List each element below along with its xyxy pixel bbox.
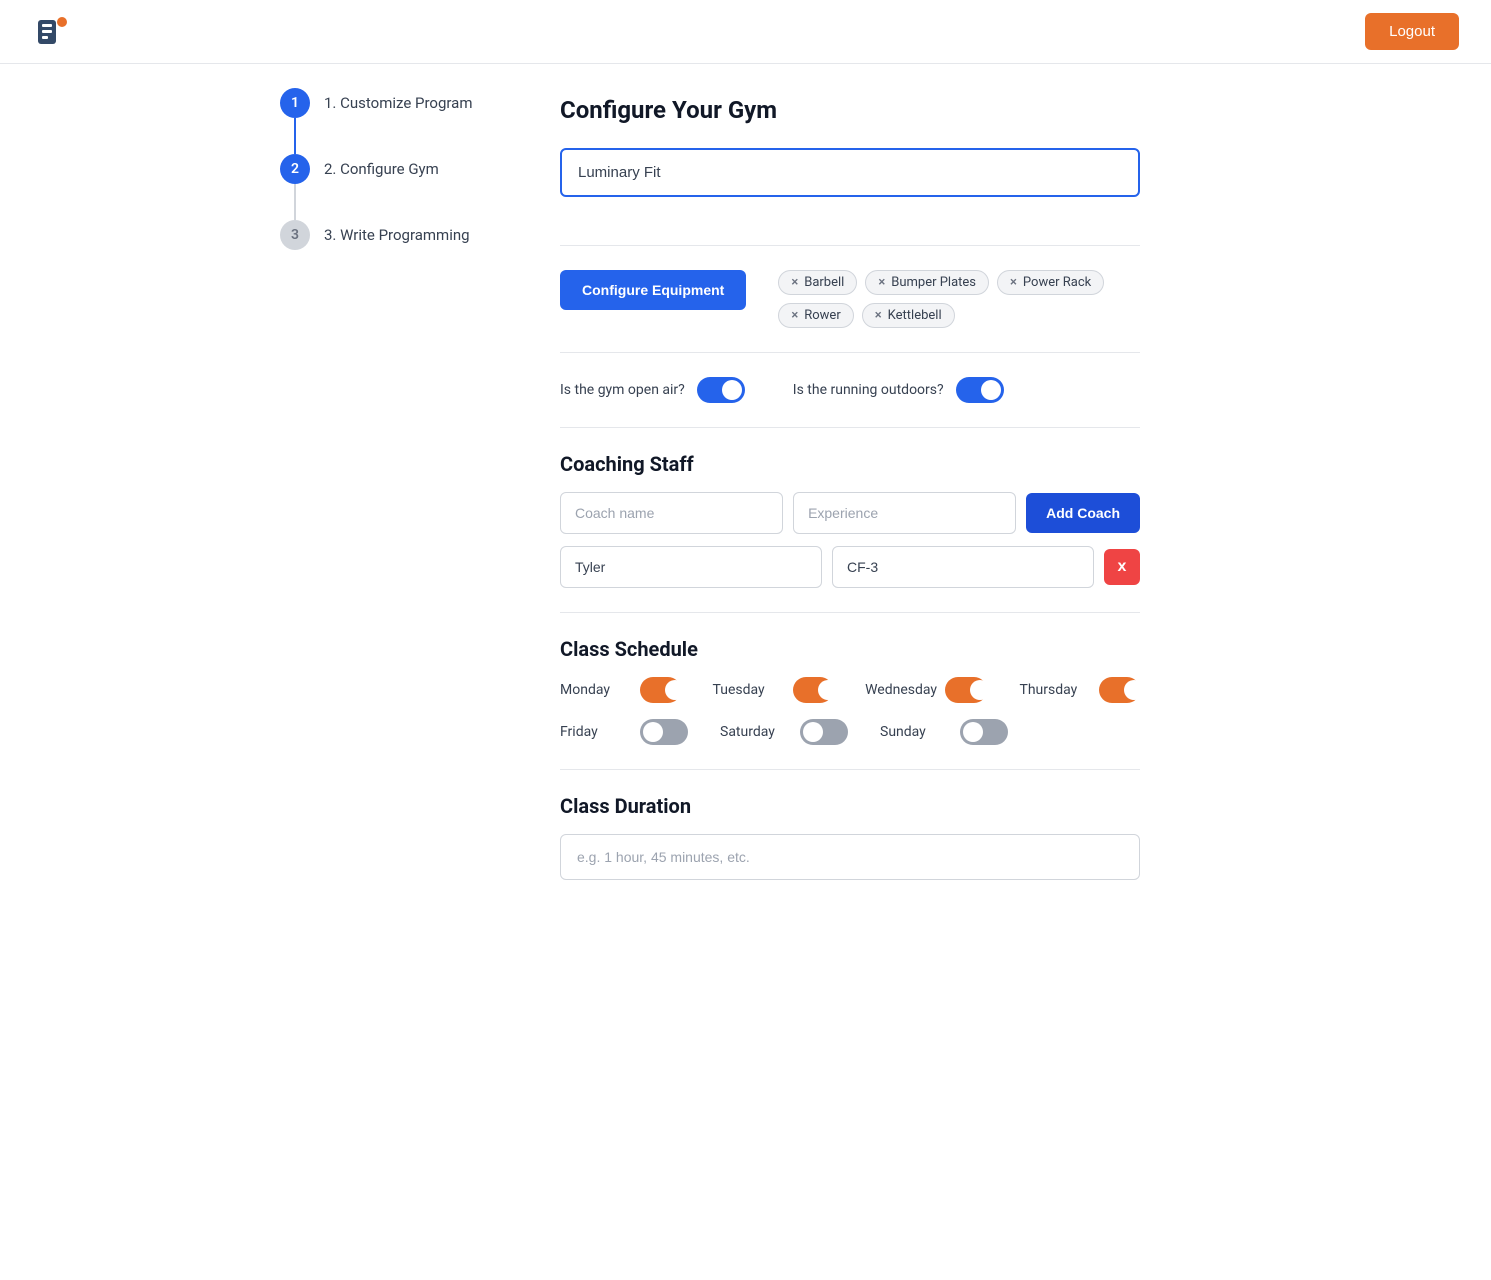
sunday-label: Sunday	[880, 724, 950, 740]
experience-input[interactable]	[793, 492, 1016, 534]
remove-coach-button[interactable]: x	[1104, 549, 1140, 585]
open-air-toggle[interactable]	[697, 377, 745, 403]
wednesday-knob	[970, 680, 990, 700]
sunday-knob	[963, 722, 983, 742]
sunday-group: Sunday	[880, 719, 1008, 745]
coaching-staff-title: Coaching Staff	[560, 452, 1140, 476]
schedule-grid: Monday Tuesday Wednesday	[560, 677, 1140, 745]
friday-group: Friday	[560, 719, 688, 745]
divider-5	[560, 769, 1140, 770]
step-3-circle: 3	[280, 220, 310, 250]
wednesday-label: Wednesday	[865, 682, 935, 698]
page-title: Configure Your Gym	[560, 96, 1140, 124]
class-duration-section: Class Duration	[560, 794, 1140, 880]
thursday-label: Thursday	[1019, 682, 1089, 698]
coach-experience-entry[interactable]	[832, 546, 1094, 588]
monday-group: Monday	[560, 677, 681, 703]
friday-knob	[643, 722, 663, 742]
running-outdoors-label: Is the running outdoors?	[793, 382, 944, 398]
step-3: 3 3. Write Programming	[280, 220, 472, 250]
equipment-tag: ×Bumper Plates	[865, 270, 989, 295]
coach-name-input[interactable]	[560, 492, 783, 534]
step-1-label: 1. Customize Program	[324, 94, 472, 112]
saturday-group: Saturday	[720, 719, 848, 745]
configure-equipment-button[interactable]: Configure Equipment	[560, 270, 746, 310]
toggles-row: Is the gym open air? Is the running outd…	[560, 377, 1140, 403]
open-air-label: Is the gym open air?	[560, 382, 685, 398]
thursday-group: Thursday	[1019, 677, 1140, 703]
step-connector-1	[294, 118, 296, 154]
stepper: 1 1. Customize Program 2 2. Configure Gy…	[280, 80, 472, 250]
step-1-circle: 1	[280, 88, 310, 118]
friday-toggle[interactable]	[640, 719, 688, 745]
running-outdoors-knob	[981, 380, 1001, 400]
monday-label: Monday	[560, 682, 630, 698]
monday-knob	[665, 680, 685, 700]
logout-button[interactable]: Logout	[1365, 13, 1459, 50]
friday-label: Friday	[560, 724, 630, 740]
divider-2	[560, 352, 1140, 353]
equipment-tag: ×Rower	[778, 303, 853, 328]
step-connector-2	[294, 184, 296, 220]
coach-add-row: Add Coach	[560, 492, 1140, 534]
equipment-tags: ×Barbell×Bumper Plates×Power Rack×Rower×…	[778, 270, 1140, 328]
saturday-toggle[interactable]	[800, 719, 848, 745]
equipment-section: Configure Equipment ×Barbell ×Bumper Plat…	[560, 270, 1140, 328]
form-area: Configure Your Gym Configure Equipment ×…	[560, 64, 1140, 880]
tuesday-knob	[818, 680, 838, 700]
step-2-circle: 2	[280, 154, 310, 184]
duration-input[interactable]	[560, 834, 1140, 880]
tag-remove-icon[interactable]: ×	[1010, 275, 1017, 290]
logo-icon	[32, 12, 72, 52]
tag-remove-icon[interactable]: ×	[878, 275, 885, 290]
schedule-row-1: Monday Tuesday Wednesday	[560, 677, 1140, 703]
divider-3	[560, 427, 1140, 428]
step-3-label: 3. Write Programming	[324, 226, 470, 244]
equipment-tag: ×Kettlebell	[862, 303, 955, 328]
logo	[32, 12, 72, 52]
divider-1	[560, 245, 1140, 246]
coaching-staff-section: Coaching Staff Add Coach x	[560, 452, 1140, 588]
thursday-knob	[1124, 680, 1144, 700]
equipment-tag: ×Barbell	[778, 270, 857, 295]
tag-remove-icon[interactable]: ×	[875, 308, 882, 323]
thursday-toggle[interactable]	[1099, 677, 1140, 703]
tuesday-toggle[interactable]	[793, 677, 834, 703]
saturday-label: Saturday	[720, 724, 790, 740]
divider-4	[560, 612, 1140, 613]
class-schedule-title: Class Schedule	[560, 637, 1140, 661]
saturday-knob	[803, 722, 823, 742]
step-2-label: 2. Configure Gym	[324, 160, 439, 178]
tuesday-group: Tuesday	[713, 677, 834, 703]
sunday-toggle[interactable]	[960, 719, 1008, 745]
equipment-tag: ×Power Rack	[997, 270, 1104, 295]
add-coach-button[interactable]: Add Coach	[1026, 493, 1140, 533]
open-air-toggle-group: Is the gym open air?	[560, 377, 745, 403]
class-duration-title: Class Duration	[560, 794, 1140, 818]
open-air-knob	[722, 380, 742, 400]
monday-toggle[interactable]	[640, 677, 681, 703]
wednesday-toggle[interactable]	[945, 677, 987, 703]
coach-name-entry[interactable]	[560, 546, 822, 588]
running-outdoors-toggle-group: Is the running outdoors?	[793, 377, 1004, 403]
step-1: 1 1. Customize Program	[280, 88, 472, 118]
wednesday-group: Wednesday	[865, 677, 987, 703]
class-schedule-section: Class Schedule Monday Tuesday Wedne	[560, 637, 1140, 745]
tuesday-label: Tuesday	[713, 682, 783, 698]
step-2: 2 2. Configure Gym	[280, 154, 472, 184]
schedule-row-2: Friday Saturday Sunday	[560, 719, 1140, 745]
coach-entry-row: x	[560, 546, 1140, 588]
gym-name-input[interactable]	[560, 148, 1140, 197]
header: Logout	[0, 0, 1491, 64]
running-outdoors-toggle[interactable]	[956, 377, 1004, 403]
tag-remove-icon[interactable]: ×	[791, 308, 798, 323]
tag-remove-icon[interactable]: ×	[791, 275, 798, 290]
